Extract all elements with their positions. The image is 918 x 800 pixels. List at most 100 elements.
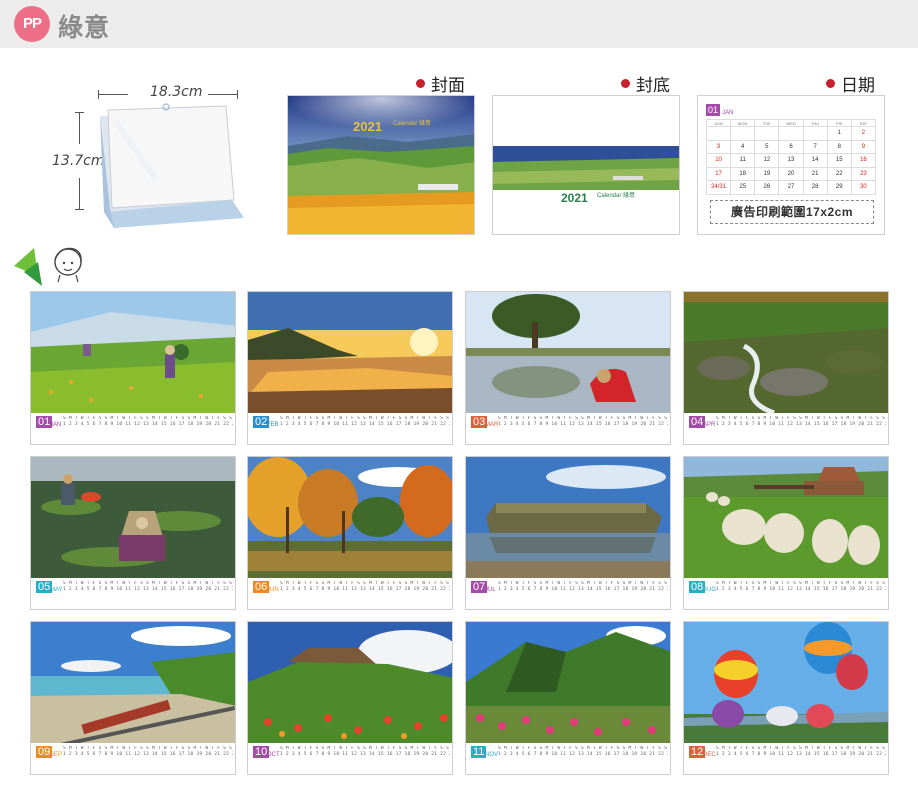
- pp-badge: PP: [14, 6, 50, 42]
- weekday-header: SUN: [707, 120, 732, 127]
- weekday-header: WED: [779, 120, 804, 127]
- day-cell: 28: [803, 181, 828, 195]
- month-date-strip: 01 JAN S M T W T F S S M T W T F S S M T W…: [31, 413, 235, 444]
- ad-print-area: 廣告印刷範圍17x2cm: [710, 200, 874, 224]
- cover-label: 封面: [416, 71, 465, 96]
- day-number-row: S M T W T F S S M T W T F S S M T W T F …: [280, 581, 450, 592]
- desk-calendar-stand-image: [100, 103, 244, 228]
- day-number-row: S M T W T F S S M T W T F S S M T W T F …: [498, 416, 668, 427]
- back-label: 封底: [621, 71, 670, 96]
- month-tile: 09 SEP S M T W T F S S M T W T F S S M T W…: [30, 621, 236, 775]
- month-abbr: JUL: [485, 587, 496, 593]
- month-abbr: APR: [703, 422, 716, 428]
- month-tile: 08 AUG S M T W T F S S M T W T F S S M T W…: [683, 456, 889, 610]
- month-photo: [248, 292, 452, 413]
- cover-year: 2021: [353, 119, 382, 134]
- month-photo: [466, 292, 670, 413]
- day-cell: 22: [827, 167, 852, 181]
- month-date-strip: 11 NOV S M T W T F S S M T W T F S S M T W…: [466, 743, 670, 774]
- day-cell: 14: [803, 154, 828, 168]
- day-cell: 5: [755, 140, 780, 154]
- month-abbr: NOV: [485, 752, 499, 758]
- month-abbr: MAR: [485, 422, 499, 428]
- day-cell: 10: [707, 154, 732, 168]
- month-photo: [248, 457, 452, 578]
- day-cell: 15: [827, 154, 852, 168]
- month-abbr: SEP: [50, 752, 63, 758]
- day-cell: 29: [827, 181, 852, 195]
- month-tile: 01 JAN S M T W T F S S M T W T F S S M T W…: [30, 291, 236, 445]
- month-photo: [684, 622, 888, 743]
- day-cell: 2: [851, 127, 876, 141]
- month-photo: [31, 622, 235, 743]
- cover-subtitle: Calendar 綠意: [393, 121, 432, 127]
- day-cell: 13: [779, 154, 804, 168]
- date-page-preview: 01 JAN SUN MON TUE WED THU FRI SAT 1 2 3 4 5 6 7 8 9 10 1…: [697, 95, 885, 235]
- day-cell: 26: [755, 181, 780, 195]
- weekday-header: FRI: [827, 120, 852, 127]
- day-cell: [755, 127, 780, 141]
- month-date-strip: 03 MAR S M T W T F S S M T W T F S S M T W…: [466, 413, 670, 444]
- day-cell: 9: [851, 140, 876, 154]
- weekday-header: SAT: [851, 120, 876, 127]
- back-cover-preview: 2021 Calendar 綠意: [492, 95, 680, 235]
- cover-preview: 2021 Calendar 綠意: [287, 95, 475, 235]
- day-number-row: S M T W T F S S M T W T F S S M T W T F …: [280, 416, 450, 427]
- month-tile: 05 MAY S M T W T F S S M T W T F S S M T W…: [30, 456, 236, 610]
- back-year: 2021: [561, 191, 588, 205]
- month-date-strip: 06 JUN S M T W T F S S M T W T F S S M T W…: [248, 578, 452, 609]
- month-photo: [684, 292, 888, 413]
- mini-month-name: JAN: [722, 110, 734, 116]
- day-number-row: S M T W T F S S M T W T F S S M T W T F …: [63, 581, 233, 592]
- day-cell: 25: [731, 181, 756, 195]
- day-cell: 6: [779, 140, 804, 154]
- day-number-row: S M T W T F S S M T W T F S S M T W T F …: [716, 746, 886, 757]
- weekday-header: MON: [731, 120, 756, 127]
- month-abbr: MAY: [50, 587, 63, 593]
- month-photo: [466, 622, 670, 743]
- month-tile: 04 APR S M T W T F S S M T W T F S S M T W…: [683, 291, 889, 445]
- weekday-header: TUE: [755, 120, 780, 127]
- month-tile: 02 FEB S M T W T F S S M T W T F S S M T W…: [247, 291, 453, 445]
- month-photo: [248, 622, 452, 743]
- mini-calendar: 01 JAN SUN MON TUE WED THU FRI SAT 1 2 3 4 5 6 7 8 9 10 1…: [706, 104, 876, 195]
- day-number-row: S M T W T F S S M T W T F S S M T W T F …: [63, 746, 233, 757]
- back-subtitle: Calendar 綠意: [597, 193, 636, 199]
- red-dot-icon: [621, 79, 630, 88]
- month-abbr: FEB: [267, 422, 279, 428]
- month-abbr: JUN: [267, 587, 279, 593]
- day-cell: 3: [707, 140, 732, 154]
- month-tile: 03 MAR S M T W T F S S M T W T F S S M T W…: [465, 291, 671, 445]
- month-photo: [31, 457, 235, 578]
- red-dot-icon: [826, 79, 835, 88]
- mini-calendar-grid: SUN MON TUE WED THU FRI SAT 1 2 3 4 5 6 7 8 9 10 11 12 13 14…: [706, 119, 876, 195]
- mini-month-number: 01: [706, 104, 721, 116]
- month-date-strip: 09 SEP S M T W T F S S M T W T F S S M T W…: [31, 743, 235, 774]
- month-abbr: DEC: [703, 752, 716, 758]
- day-cell: [707, 127, 732, 141]
- day-cell: 8: [827, 140, 852, 154]
- day-cell: 1: [827, 127, 852, 141]
- month-abbr: AUG: [703, 587, 717, 593]
- month-date-strip: 08 AUG S M T W T F S S M T W T F S S M T W…: [684, 578, 888, 609]
- day-cell: [779, 127, 804, 141]
- brand-title: 綠意: [58, 14, 111, 42]
- month-photo: [31, 292, 235, 413]
- month-abbr: JAN: [50, 422, 62, 428]
- month-photo: [684, 457, 888, 578]
- month-photo: [466, 457, 670, 578]
- girl-doodle-icon: [14, 247, 82, 286]
- day-cell: 24/31: [707, 181, 732, 195]
- month-date-strip: 05 MAY S M T W T F S S M T W T F S S M T W…: [31, 578, 235, 609]
- day-cell: 16: [851, 154, 876, 168]
- red-dot-icon: [416, 79, 425, 88]
- day-cell: [731, 127, 756, 141]
- day-cell: 23: [851, 167, 876, 181]
- month-abbr: OCT: [267, 752, 280, 758]
- day-cell: 17: [707, 167, 732, 181]
- width-label: 18.3cm: [150, 84, 203, 100]
- month-date-strip: 10 OCT S M T W T F S S M T W T F S S M T W…: [248, 743, 452, 774]
- day-cell: 7: [803, 140, 828, 154]
- day-cell: 12: [755, 154, 780, 168]
- weekday-header: THU: [803, 120, 828, 127]
